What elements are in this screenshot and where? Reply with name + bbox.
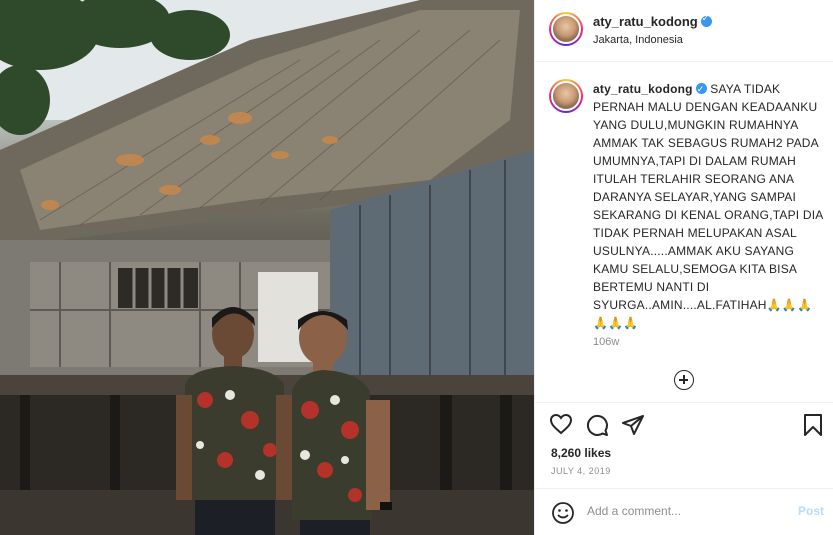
post-detail-panel: aty_ratu_kodong Jakarta, Indonesia aty_r… bbox=[534, 0, 833, 535]
location-link[interactable]: Jakarta, Indonesia bbox=[593, 34, 683, 46]
avatar[interactable] bbox=[549, 12, 583, 46]
share-icon[interactable] bbox=[621, 413, 645, 437]
house-photo-illustration bbox=[0, 0, 534, 535]
comment-bar: Add a comment... Post bbox=[535, 488, 833, 535]
caption-username[interactable]: aty_ratu_kodong bbox=[593, 82, 693, 96]
post-photo[interactable] bbox=[0, 0, 534, 535]
username-text[interactable]: aty_ratu_kodong bbox=[593, 14, 698, 29]
bookmark-icon[interactable] bbox=[803, 413, 823, 437]
verified-badge-icon bbox=[700, 14, 712, 27]
plus-circle-icon[interactable] bbox=[674, 370, 694, 390]
heart-icon[interactable] bbox=[549, 413, 573, 435]
post-header: aty_ratu_kodong Jakarta, Indonesia bbox=[535, 0, 833, 62]
caption-text: SAYA TIDAK PERNAH MALU DENGAN KEADAANKU … bbox=[593, 82, 823, 330]
post-button[interactable]: Post bbox=[798, 504, 824, 518]
caption-time[interactable]: 106w bbox=[593, 336, 619, 348]
likes-count[interactable]: 8,260 likes bbox=[551, 446, 611, 460]
caption-avatar[interactable] bbox=[549, 79, 583, 113]
username-link[interactable]: aty_ratu_kodong bbox=[593, 14, 712, 29]
emoji-icon[interactable] bbox=[551, 501, 575, 525]
comment-icon[interactable] bbox=[585, 413, 609, 437]
caption: aty_ratu_kodong SAYA TIDAK PERNAH MALU D… bbox=[593, 80, 825, 332]
verified-badge-icon bbox=[695, 81, 707, 99]
post-date[interactable]: JULY 4, 2019 bbox=[551, 466, 611, 476]
comment-input[interactable]: Add a comment... bbox=[587, 504, 681, 518]
